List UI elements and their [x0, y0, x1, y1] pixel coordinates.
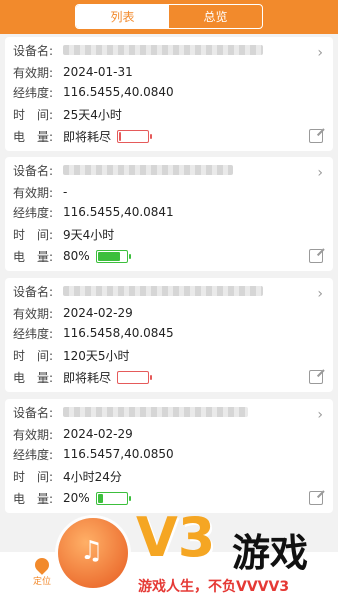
expiry-value: -	[63, 185, 68, 199]
time-label: 时 间:	[13, 348, 54, 363]
device-card[interactable]: 设备名: 有效期: 2024-02-29 经纬度: 116.5457,40.08…	[5, 399, 333, 513]
time-row: 时 间: 4小时24分	[13, 467, 122, 485]
battery-row: 电 量: 80%	[13, 247, 131, 265]
expiry-value: 2024-02-29	[63, 427, 133, 441]
device-name-row: 设备名:	[13, 41, 263, 59]
battery-row: 电 量: 即将耗尽	[13, 368, 153, 386]
battery-label: 电 量:	[13, 249, 54, 264]
edit-icon[interactable]	[309, 249, 323, 263]
time-value: 120天5小时	[63, 348, 130, 363]
battery-row: 电 量: 即将耗尽	[13, 127, 153, 145]
coords-value: 116.5458,40.0845	[63, 326, 174, 340]
chevron-right-icon[interactable]: ›	[317, 407, 323, 423]
expiry-row: 有效期: 2024-02-29	[13, 425, 133, 443]
expiry-label: 有效期:	[13, 427, 54, 442]
coords-label: 经纬度:	[13, 85, 54, 100]
battery-value: 80%	[63, 249, 90, 263]
expiry-value: 2024-02-29	[63, 306, 133, 320]
expiry-value: 2024-01-31	[63, 65, 133, 79]
battery-icon	[117, 370, 153, 384]
device-name-label: 设备名:	[13, 405, 54, 420]
time-value: 4小时24分	[63, 469, 122, 484]
battery-value: 即将耗尽	[63, 370, 112, 385]
nav-locate-label: 定位	[32, 577, 51, 587]
battery-icon	[95, 491, 131, 505]
battery-row: 电 量: 20%	[13, 489, 131, 507]
battery-label: 电 量:	[13, 129, 54, 144]
expiry-label: 有效期:	[13, 306, 54, 321]
battery-icon	[95, 249, 131, 263]
location-pin-icon	[32, 555, 52, 575]
device-name-row: 设备名:	[13, 161, 233, 179]
time-label: 时 间:	[13, 227, 54, 242]
coords-row: 经纬度: 116.5457,40.0850	[13, 445, 174, 463]
time-row: 时 间: 9天4小时	[13, 225, 114, 243]
device-name-masked	[63, 407, 248, 417]
expiry-label: 有效期:	[13, 65, 54, 80]
coords-label: 经纬度:	[13, 326, 54, 341]
device-name-label: 设备名:	[13, 163, 54, 178]
battery-label: 电 量:	[13, 491, 54, 506]
coords-row: 经纬度: 116.5455,40.0840	[13, 83, 174, 101]
time-label: 时 间:	[13, 107, 54, 122]
device-card[interactable]: 设备名: 有效期: 2024-01-31 经纬度: 116.5455,40.08…	[5, 37, 333, 151]
expiry-row: 有效期: 2024-01-31	[13, 63, 133, 81]
device-name-masked	[63, 165, 233, 175]
battery-value: 20%	[63, 491, 90, 505]
coords-label: 经纬度:	[13, 447, 54, 462]
battery-value: 即将耗尽	[63, 129, 112, 144]
nav-locate[interactable]: 定位	[30, 555, 54, 587]
tab-list[interactable]: 列表	[76, 5, 169, 28]
coords-value: 116.5457,40.0850	[63, 447, 174, 461]
coords-value: 116.5455,40.0841	[63, 205, 174, 219]
bottom-nav: 定位	[0, 552, 338, 600]
chevron-right-icon[interactable]: ›	[317, 165, 323, 181]
battery-fill	[97, 251, 121, 261]
device-name-masked	[63, 286, 263, 296]
time-value: 9天4小时	[63, 227, 115, 242]
coords-label: 经纬度:	[13, 205, 54, 220]
battery-fill	[97, 493, 104, 503]
time-label: 时 间:	[13, 469, 54, 484]
device-card[interactable]: 设备名: 有效期: - 经纬度: 116.5455,40.0841 时 间: 9…	[5, 157, 333, 271]
expiry-label: 有效期:	[13, 185, 54, 200]
chevron-right-icon[interactable]: ›	[317, 286, 323, 302]
device-name-row: 设备名:	[13, 282, 263, 300]
view-switcher: 列表 总览	[75, 4, 263, 29]
time-row: 时 间: 120天5小时	[13, 346, 130, 364]
time-row: 时 间: 25天4小时	[13, 105, 122, 123]
battery-label: 电 量:	[13, 370, 54, 385]
edit-icon[interactable]	[309, 491, 323, 505]
chevron-right-icon[interactable]: ›	[317, 45, 323, 61]
edit-icon[interactable]	[309, 129, 323, 143]
device-name-row: 设备名:	[13, 403, 248, 421]
device-name-label: 设备名:	[13, 284, 54, 299]
time-value: 25天4小时	[63, 107, 122, 122]
device-name-label: 设备名:	[13, 43, 54, 58]
top-bar: 列表 总览	[0, 0, 338, 34]
expiry-row: 有效期: -	[13, 183, 67, 201]
coords-row: 经纬度: 116.5458,40.0845	[13, 324, 174, 342]
coords-value: 116.5455,40.0840	[63, 85, 174, 99]
battery-fill	[119, 131, 122, 141]
device-card[interactable]: 设备名: 有效期: 2024-02-29 经纬度: 116.5458,40.08…	[5, 278, 333, 392]
coords-row: 经纬度: 116.5455,40.0841	[13, 203, 174, 221]
expiry-row: 有效期: 2024-02-29	[13, 304, 133, 322]
tab-overview[interactable]: 总览	[169, 5, 262, 28]
battery-icon	[117, 129, 153, 143]
edit-icon[interactable]	[309, 370, 323, 384]
device-name-masked	[63, 45, 263, 55]
